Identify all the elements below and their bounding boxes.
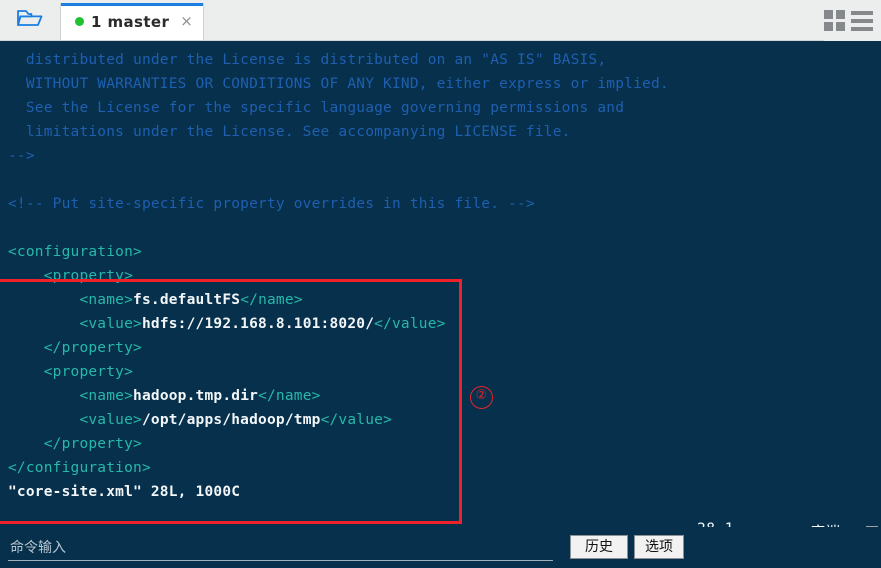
code-line: <!-- Put site-specific property override… <box>0 192 535 216</box>
grid-view-icon[interactable] <box>824 10 845 31</box>
code-token: hadoop.tmp.dir <box>133 388 259 404</box>
folder-open-icon <box>16 6 44 34</box>
options-button[interactable]: 选项 <box>634 535 684 559</box>
code-token: <name> <box>8 388 134 404</box>
tabstrip: 1 master × <box>60 0 204 40</box>
code-token: fs.defaultFS <box>133 292 241 308</box>
code-line: limitations under the License. See accom… <box>0 120 571 144</box>
terminal-pane[interactable]: distributed under the License is distrib… <box>0 41 881 568</box>
code-token: </name> <box>258 388 321 404</box>
code-token: distributed under the License is distrib… <box>8 52 607 68</box>
code-token: See the License for the specific languag… <box>8 100 625 116</box>
code-line: <configuration> <box>0 240 142 264</box>
code-line: "core-site.xml" 28L, 1000C <box>0 480 240 504</box>
code-line: <property> <box>0 264 133 288</box>
code-line: distributed under the License is distrib… <box>0 48 606 72</box>
code-token: <property> <box>8 364 134 380</box>
code-token: </property> <box>8 436 142 452</box>
code-line: </property> <box>0 336 142 360</box>
close-icon[interactable]: × <box>180 14 193 29</box>
code-token: <configuration> <box>8 244 142 260</box>
code-token: <!-- Put site-specific property override… <box>8 196 535 212</box>
list-view-icon[interactable] <box>851 10 873 31</box>
code-line: <property> <box>0 360 133 384</box>
code-line: </property> <box>0 432 142 456</box>
code-token: </configuration> <box>8 460 151 476</box>
code-token: <name> <box>8 292 134 308</box>
tab-master[interactable]: 1 master × <box>60 3 204 40</box>
code-token: /opt/apps/hadoop/tmp <box>141 412 321 428</box>
code-line: <value>hdfs://192.168.8.101:8020/</value… <box>0 312 446 336</box>
code-line: <value>/opt/apps/hadoop/tmp</value> <box>0 408 392 432</box>
open-folder-button[interactable] <box>0 0 60 40</box>
command-input[interactable] <box>8 535 553 561</box>
code-line: WITHOUT WARRANTIES OR CONDITIONS OF ANY … <box>0 72 669 96</box>
code-line: <name>fs.defaultFS</name> <box>0 288 303 312</box>
code-token: <value> <box>8 316 142 332</box>
code-token: </name> <box>240 292 303 308</box>
connection-status-dot-icon <box>75 17 84 26</box>
titlebar-actions <box>824 0 881 41</box>
code-line: See the License for the specific languag… <box>0 96 624 120</box>
titlebar: 1 master × <box>0 0 881 41</box>
code-token: hdfs://192.168.8.101:8020/ <box>141 316 375 332</box>
code-token: "core-site.xml" 28L, 1000C <box>8 484 241 500</box>
code-token: WITHOUT WARRANTIES OR CONDITIONS OF ANY … <box>8 76 669 92</box>
code-line: </configuration> <box>0 456 151 480</box>
annotation-step-number: ② <box>470 386 493 409</box>
command-bar: 历史 选项 <box>0 527 881 568</box>
code-token: limitations under the License. See accom… <box>8 124 571 140</box>
history-button[interactable]: 历史 <box>570 535 628 559</box>
code-token: --> <box>8 148 35 164</box>
code-line: <name>hadoop.tmp.dir</name> <box>0 384 321 408</box>
code-token: <property> <box>8 268 134 284</box>
tab-label: 1 master <box>91 12 170 31</box>
code-token: </value> <box>320 412 393 428</box>
code-token: </property> <box>8 340 142 356</box>
code-token: </value> <box>374 316 446 332</box>
code-line: --> <box>0 144 35 168</box>
code-token: <value> <box>8 412 142 428</box>
